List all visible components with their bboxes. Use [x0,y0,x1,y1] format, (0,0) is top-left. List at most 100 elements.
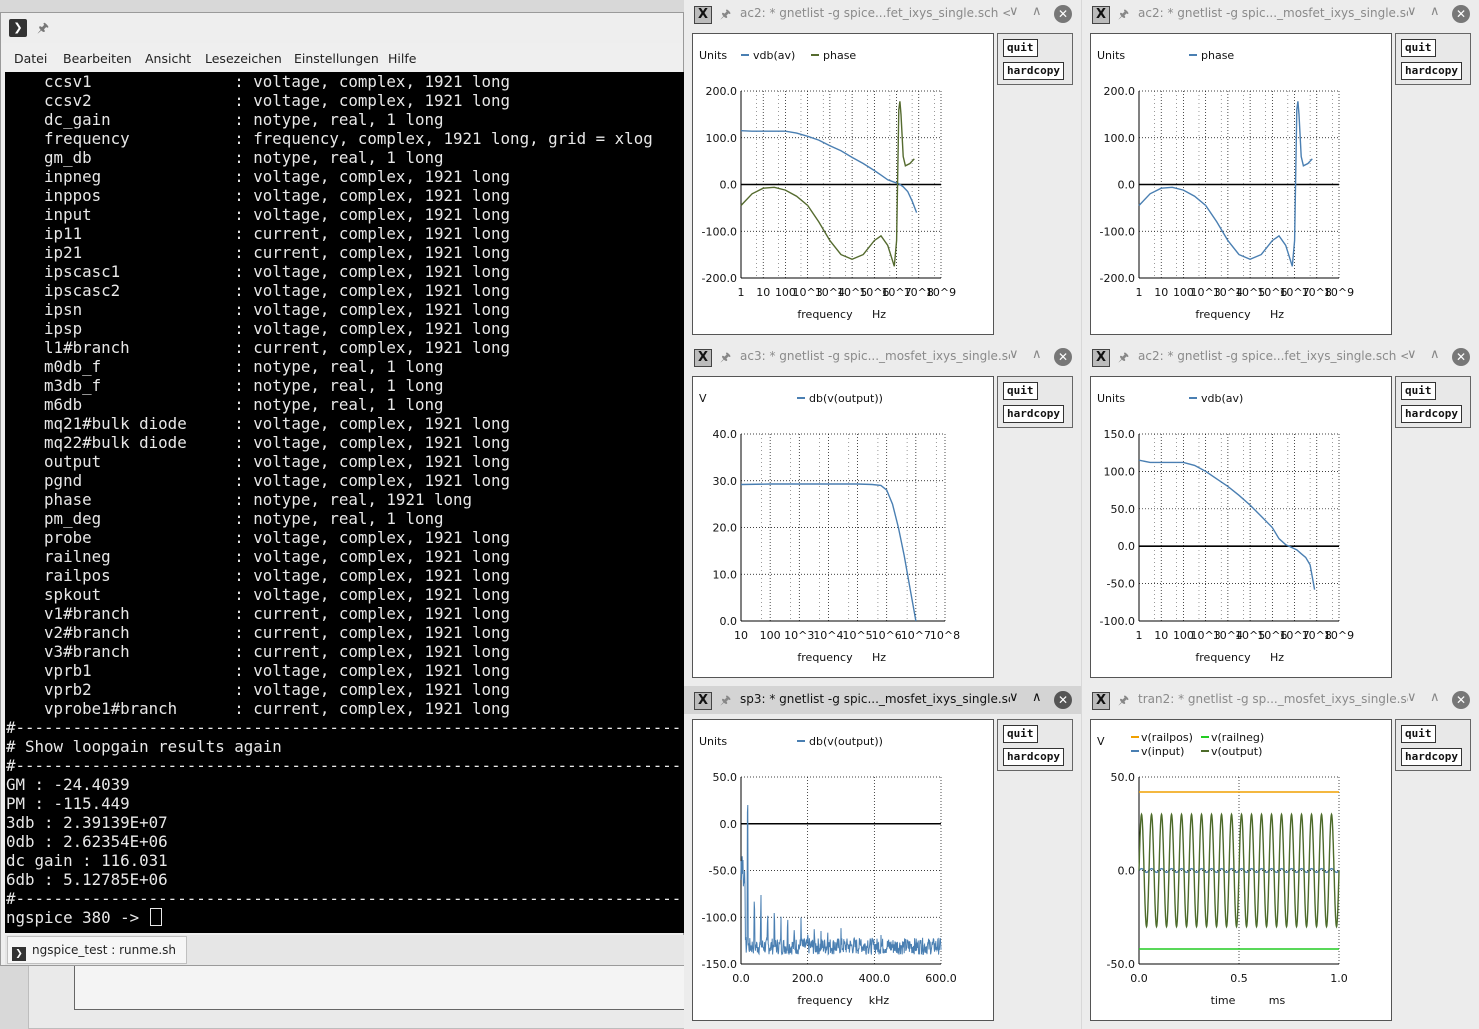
quit-button[interactable]: quit [1401,382,1436,400]
plot-titlebar[interactable]: X 🖈 ac2: * gnetlist -g spice...fet_ixys_si… [684,0,1081,28]
pin-icon[interactable]: 🖈 [37,19,49,41]
window-title: ac2: * gnetlist -g spice...fet_ixys_sing… [740,6,1010,20]
close-icon[interactable]: ✕ [1054,348,1072,366]
hardcopy-button[interactable]: hardcopy [1401,62,1462,80]
y-tick-label: 10.0 [713,568,738,581]
chevron-down-icon[interactable]: ∨ [1009,347,1019,362]
menu-einstellungen[interactable]: Einstellungen [294,51,379,66]
plot-titlebar[interactable]: X 🖈 sp3: * gnetlist -g spic..._mosfet_ixys… [684,686,1081,714]
terminal-line: ccsv1 : voltage, complex, 1921 long [6,72,511,91]
x-axis-label: frequency [1195,651,1251,664]
y-tick-label: -150.0 [702,958,737,971]
terminal-line: 3db : 2.39139E+07 [6,813,168,832]
terminal-line: frequency : frequency, complex, 1921 lon… [6,129,653,148]
pin-icon[interactable]: 🖈 [1118,348,1129,369]
x-axis-unit: Hz [1270,308,1284,321]
chevron-up-icon[interactable]: ∧ [1430,4,1440,19]
terminal-output[interactable]: ccsv1 : voltage, complex, 1921 long ccsv… [5,72,685,933]
menu-lesezeichen[interactable]: Lesezeichen [205,51,282,66]
plot-canvas[interactable]: Units vdb(av) phase 1 10 100 10^3 10^4 10^5 10^6 1… [692,33,994,335]
terminal-prompt[interactable]: ngspice 380 -> [6,908,162,927]
y-axis-label: Units [699,735,727,748]
x11-app-icon: X [694,349,712,367]
pin-icon[interactable]: 🖈 [1118,5,1129,26]
plot-titlebar[interactable]: X 🖈 tran2: * gnetlist -g sp..._mosfet_ixys… [1082,686,1479,714]
close-icon[interactable]: ✕ [1452,348,1470,366]
chevron-down-icon[interactable]: ∨ [1407,690,1417,705]
chevron-down-icon[interactable]: ∨ [1009,4,1019,19]
plot-window-p1: X 🖈 ac2: * gnetlist -g spice...fet_ixys_si… [684,0,1081,343]
y-tick-label: 200.0 [706,85,738,98]
quit-button[interactable]: quit [1003,39,1038,57]
chevron-up-icon[interactable]: ∧ [1032,347,1042,362]
y-tick-label: -100.0 [1100,225,1135,238]
close-icon[interactable]: ✕ [1452,691,1470,709]
close-icon[interactable]: ✕ [1452,5,1470,23]
menu-datei[interactable]: Datei [14,51,47,66]
x11-app-icon: X [694,6,712,24]
x-axis-label: time [1211,994,1236,1007]
plot-canvas[interactable]: Vdb(v(output)) 10 100 10^3 10^4 10^5 10^6 10^7 1… [692,376,994,678]
y-tick-label: 0.0 [720,179,738,192]
terminal-line: ccsv2 : voltage, complex, 1921 long [6,91,511,110]
legend-entry: vdb(av) [1201,392,1243,405]
plot-canvas[interactable]: Units phase 1 10 100 10^3 10^4 10^5 10^6 10^7 10^8… [1090,33,1392,335]
x-axis-label: frequency [797,651,853,664]
y-tick-label: 0.0 [720,615,738,628]
hardcopy-button[interactable]: hardcopy [1003,62,1064,80]
pin-icon[interactable]: 🖈 [1118,691,1129,712]
pin-icon[interactable]: 🖈 [720,5,731,26]
close-icon[interactable]: ✕ [1054,691,1072,709]
legend-entry: v(railpos) [1141,731,1193,744]
plot-window-p6: X 🖈 tran2: * gnetlist -g sp..._mosfet_ixys… [1082,686,1479,1029]
menu-bearbeiten[interactable]: Bearbeiten [63,51,132,66]
chevron-down-icon[interactable]: ∨ [1407,4,1417,19]
terminal-line: phase : notype, real, 1921 long [6,490,473,509]
plot-titlebar[interactable]: X 🖈 ac2: * gnetlist -g spice...fet_ixys_si… [1082,343,1479,371]
close-icon[interactable]: ✕ [1054,5,1072,23]
pin-icon[interactable]: 🖈 [720,348,731,369]
tab-ngspice-test[interactable]: ❯ ngspice_test : runme.sh [7,936,188,964]
legend-entry: vdb(av) [753,49,795,62]
chart-svg: Units vdb(av)1 10 10010^310^410^510^610^710… [1097,392,1354,664]
hardcopy-button[interactable]: hardcopy [1401,748,1462,766]
legend-entry: phase [1201,49,1234,62]
hardcopy-button[interactable]: hardcopy [1003,748,1064,766]
quit-button[interactable]: quit [1401,39,1436,57]
window-title: ac2: * gnetlist -g spic..._mosfet_ixys_s… [1138,6,1408,20]
terminal-line: m0db_f : notype, real, 1 long [6,357,444,376]
plot-canvas[interactable]: Units db(v(output)) 0.0 200.0 400.0 600.0 -150… [692,719,994,1021]
terminal-titlebar[interactable]: ❯ 🖈 [1,13,683,43]
y-tick-label: 0.0 [1118,179,1136,192]
plot-canvas[interactable]: Units vdb(av) 1 10 100 10^3 10^4 10^5 10^6 10^7 10… [1090,376,1392,678]
menu-ansicht[interactable]: Ansicht [145,51,191,66]
plot-titlebar[interactable]: X 🖈 ac3: * gnetlist -g spic..._mosfet_ixys… [684,343,1081,371]
chevron-up-icon[interactable]: ∧ [1032,4,1042,19]
chevron-down-icon[interactable]: ∨ [1407,347,1417,362]
chevron-up-icon[interactable]: ∧ [1430,347,1440,362]
x-tick-label: 10 [734,629,748,642]
x-tick-label: 0.5 [1230,972,1248,985]
terminal-line: ipscasc2 : voltage, complex, 1921 long [6,281,511,300]
x-tick-label: 10^5 [842,629,872,642]
y-tick-label: 0.0 [720,818,738,831]
plot-titlebar[interactable]: X 🖈 ac2: * gnetlist -g spic..._mosfet_ixys… [1082,0,1479,28]
quit-button[interactable]: quit [1003,382,1038,400]
quit-button[interactable]: quit [1003,725,1038,743]
pin-icon[interactable]: 🖈 [720,691,731,712]
y-tick-label: 20.0 [713,522,738,535]
hardcopy-button[interactable]: hardcopy [1401,405,1462,423]
hardcopy-button[interactable]: hardcopy [1003,405,1064,423]
terminal-line: # Show loopgain results again [6,737,282,756]
terminal-line: l1#branch : current, complex, 1921 long [6,338,511,357]
chevron-up-icon[interactable]: ∧ [1430,690,1440,705]
y-tick-label: 150.0 [1104,428,1136,441]
chevron-down-icon[interactable]: ∨ [1009,690,1019,705]
menu-hilfe[interactable]: Hilfe [388,51,416,66]
chevron-up-icon[interactable]: ∧ [1032,690,1042,705]
plot-canvas[interactable]: Vv(railpos) v(railneg) v(input) v(output) 0.… [1090,719,1392,1021]
x-axis-unit: Hz [872,308,886,321]
terminal-line: pgnd : voltage, complex, 1921 long [6,471,511,490]
background-window-inner [74,960,688,1010]
quit-button[interactable]: quit [1401,725,1436,743]
